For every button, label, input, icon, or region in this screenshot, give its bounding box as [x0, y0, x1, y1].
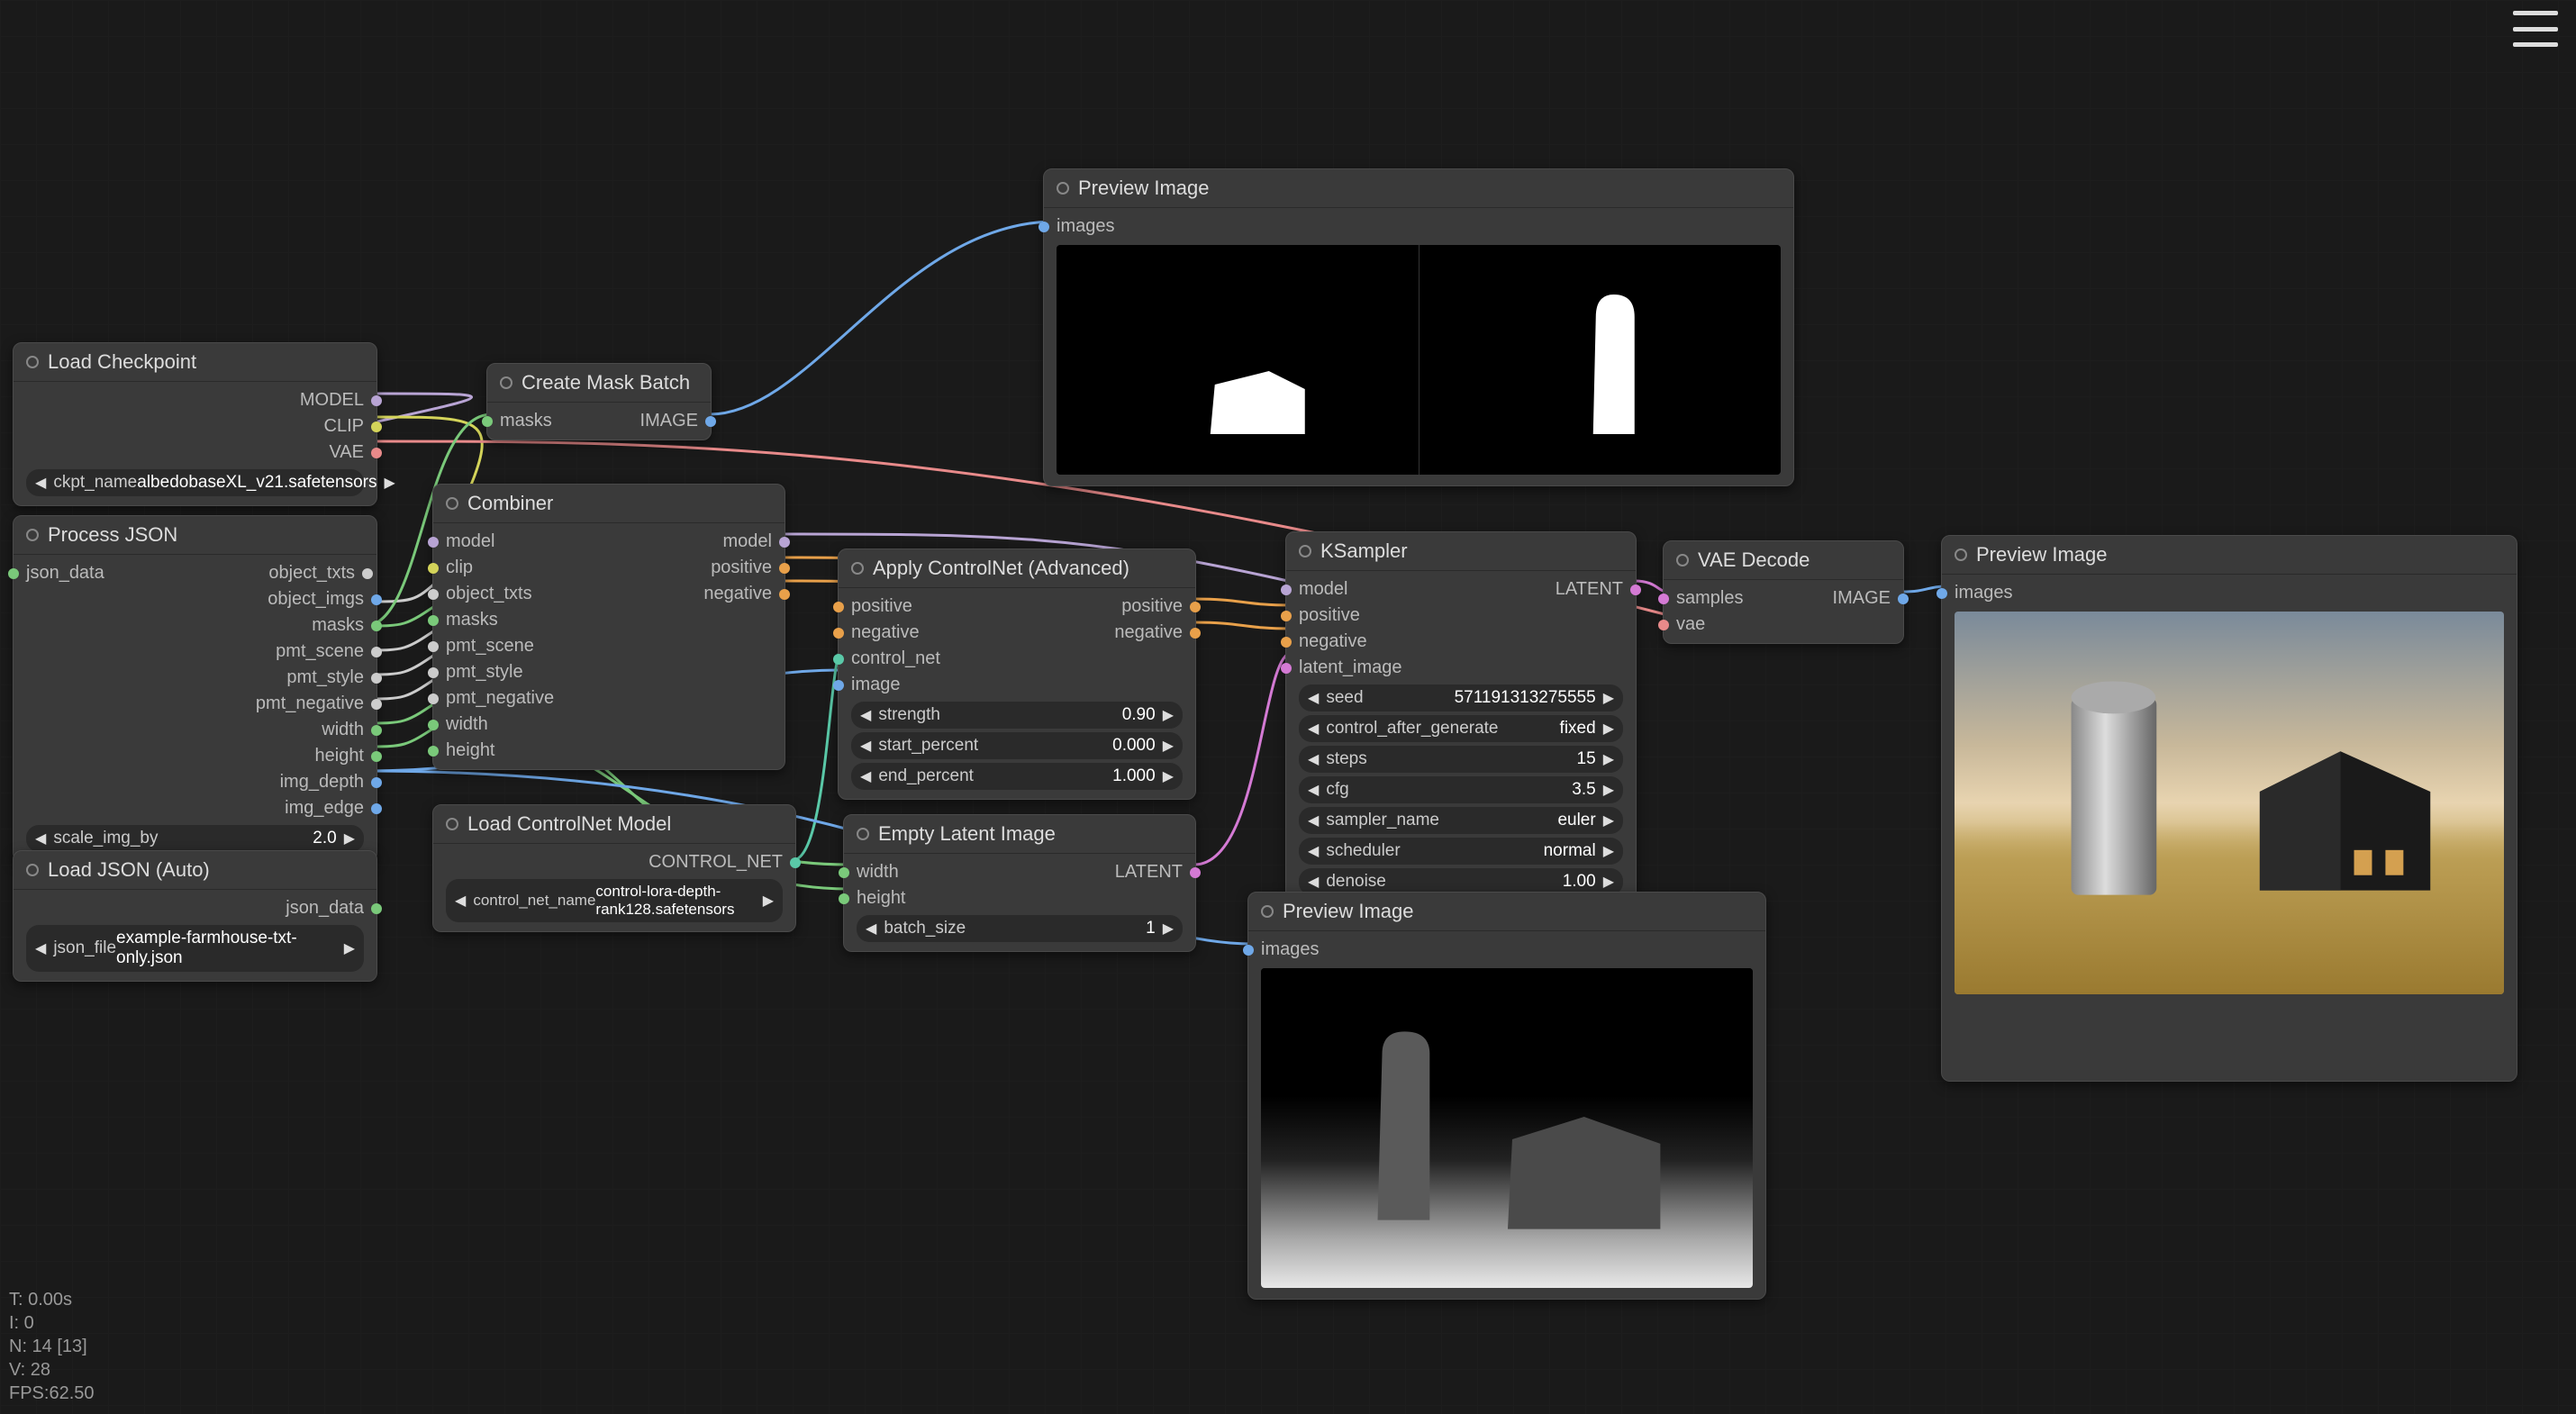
node-title[interactable]: Load Checkpoint: [14, 343, 376, 382]
node-title[interactable]: KSampler: [1286, 532, 1636, 571]
input-vae[interactable]: vae: [1664, 612, 1903, 638]
input-pmt-negative[interactable]: pmt_negative: [433, 685, 785, 712]
node-vae-decode[interactable]: VAE Decode samples vae IMAGE: [1663, 540, 1904, 644]
widget-seed[interactable]: ◀seed571191313275555▶: [1299, 684, 1623, 712]
node-preview-depth[interactable]: Preview Image images: [1247, 892, 1766, 1300]
input-pmt-scene[interactable]: pmt_scene: [433, 633, 785, 659]
stats-display: T: 0.00s I: 0 N: 14 [13] V: 28 FPS:62.50: [9, 1288, 95, 1405]
output-image[interactable]: IMAGE: [599, 408, 711, 434]
widget-json-file[interactable]: ◀json_fileexample-farmhouse-txt-only.jso…: [26, 925, 364, 972]
output-pmt-scene[interactable]: pmt_scene: [14, 639, 376, 665]
output-pmt-negative[interactable]: pmt_negative: [14, 691, 376, 717]
widget-control-net-name[interactable]: ◀control_net_namecontrol-lora-depth-rank…: [446, 879, 783, 922]
node-process-json[interactable]: Process JSON json_data object_txts objec…: [13, 515, 377, 862]
node-title[interactable]: Preview Image: [1942, 536, 2517, 575]
output-image[interactable]: IMAGE: [1783, 585, 1903, 612]
widget-start-percent[interactable]: ◀start_percent0.000▶: [851, 732, 1183, 759]
output-img-edge[interactable]: img_edge: [14, 795, 376, 821]
output-object-imgs[interactable]: object_imgs: [14, 586, 376, 612]
input-height[interactable]: height: [433, 738, 785, 764]
node-title[interactable]: Create Mask Batch: [487, 364, 711, 403]
widget-scheduler[interactable]: ◀schedulernormal▶: [1299, 838, 1623, 865]
output-clip[interactable]: CLIP: [14, 413, 376, 440]
widget-sampler-name[interactable]: ◀sampler_nameeuler▶: [1299, 807, 1623, 834]
node-title[interactable]: Empty Latent Image: [844, 815, 1195, 854]
input-positive[interactable]: positive: [1286, 603, 1636, 629]
node-title[interactable]: Combiner: [433, 485, 785, 523]
input-latent-image[interactable]: latent_image: [1286, 655, 1636, 681]
node-title[interactable]: Preview Image: [1044, 169, 1793, 208]
node-title[interactable]: Load JSON (Auto): [14, 851, 376, 890]
menu-button[interactable]: [2513, 11, 2558, 47]
output-control-net[interactable]: CONTROL_NET: [433, 849, 795, 875]
output-model[interactable]: MODEL: [14, 387, 376, 413]
output-json-data[interactable]: json_data: [14, 895, 376, 921]
output-latent[interactable]: LATENT: [1020, 859, 1195, 885]
output-object-txts[interactable]: object_txts: [259, 560, 367, 586]
widget-steps[interactable]: ◀steps15▶: [1299, 746, 1623, 773]
preview-mask-images: [1057, 245, 1781, 475]
node-ksampler[interactable]: KSampler model positive negative latent_…: [1285, 531, 1637, 905]
node-title[interactable]: Process JSON: [14, 516, 376, 555]
input-images[interactable]: images: [1942, 580, 2517, 606]
input-images[interactable]: images: [1044, 213, 1793, 240]
output-negative[interactable]: negative: [1017, 620, 1195, 646]
output-vae[interactable]: VAE: [14, 440, 376, 466]
preview-depth-image: [1261, 968, 1753, 1288]
widget-scale-img-by[interactable]: ◀scale_img_by2.0▶: [26, 825, 364, 852]
input-control-net[interactable]: control_net: [839, 646, 1195, 672]
node-title[interactable]: VAE Decode: [1664, 541, 1903, 580]
node-create-mask-batch[interactable]: Create Mask Batch masks IMAGE: [486, 363, 712, 440]
node-title[interactable]: Preview Image: [1248, 893, 1765, 931]
input-masks[interactable]: masks: [433, 607, 785, 633]
widget-cfg[interactable]: ◀cfg3.5▶: [1299, 776, 1623, 803]
node-apply-controlnet[interactable]: Apply ControlNet (Advanced) positive neg…: [838, 548, 1196, 800]
node-title[interactable]: Load ControlNet Model: [433, 805, 795, 844]
node-title[interactable]: Apply ControlNet (Advanced): [839, 549, 1195, 588]
node-load-json[interactable]: Load JSON (Auto) json_data ◀json_fileexa…: [13, 850, 377, 982]
widget-control-after-generate[interactable]: ◀control_after_generatefixed▶: [1299, 715, 1623, 742]
output-latent[interactable]: LATENT: [1461, 576, 1636, 603]
node-combiner[interactable]: Combiner model clip object_txts masks pm…: [432, 484, 785, 770]
input-pmt-style[interactable]: pmt_style: [433, 659, 785, 685]
preview-output-image: [1955, 612, 2504, 994]
widget-ckpt-name[interactable]: ◀ckpt_namealbedobaseXL_v21.safetensors▶: [26, 469, 364, 496]
node-empty-latent[interactable]: Empty Latent Image width height LATENT ◀…: [843, 814, 1196, 952]
widget-end-percent[interactable]: ◀end_percent1.000▶: [851, 763, 1183, 790]
node-preview-final[interactable]: Preview Image images: [1941, 535, 2517, 1082]
input-images[interactable]: images: [1248, 937, 1765, 963]
output-width[interactable]: width: [14, 717, 376, 743]
output-positive[interactable]: positive: [609, 555, 785, 581]
widget-batch-size[interactable]: ◀batch_size1▶: [857, 915, 1183, 942]
widget-strength[interactable]: ◀strength0.90▶: [851, 702, 1183, 729]
node-load-checkpoint[interactable]: Load Checkpoint MODEL CLIP VAE ◀ckpt_nam…: [13, 342, 377, 506]
output-pmt-style[interactable]: pmt_style: [14, 665, 376, 691]
node-load-controlnet[interactable]: Load ControlNet Model CONTROL_NET ◀contr…: [432, 804, 796, 932]
input-height[interactable]: height: [844, 885, 1195, 911]
output-positive[interactable]: positive: [1017, 594, 1195, 620]
input-width[interactable]: width: [433, 712, 785, 738]
output-model[interactable]: model: [609, 529, 785, 555]
input-masks[interactable]: masks: [487, 408, 599, 434]
output-masks[interactable]: masks: [14, 612, 376, 639]
output-negative[interactable]: negative: [609, 581, 785, 607]
input-image[interactable]: image: [839, 672, 1195, 698]
input-negative[interactable]: negative: [1286, 629, 1636, 655]
node-preview-mask[interactable]: Preview Image images: [1043, 168, 1794, 486]
output-img-depth[interactable]: img_depth: [14, 769, 376, 795]
output-height[interactable]: height: [14, 743, 376, 769]
